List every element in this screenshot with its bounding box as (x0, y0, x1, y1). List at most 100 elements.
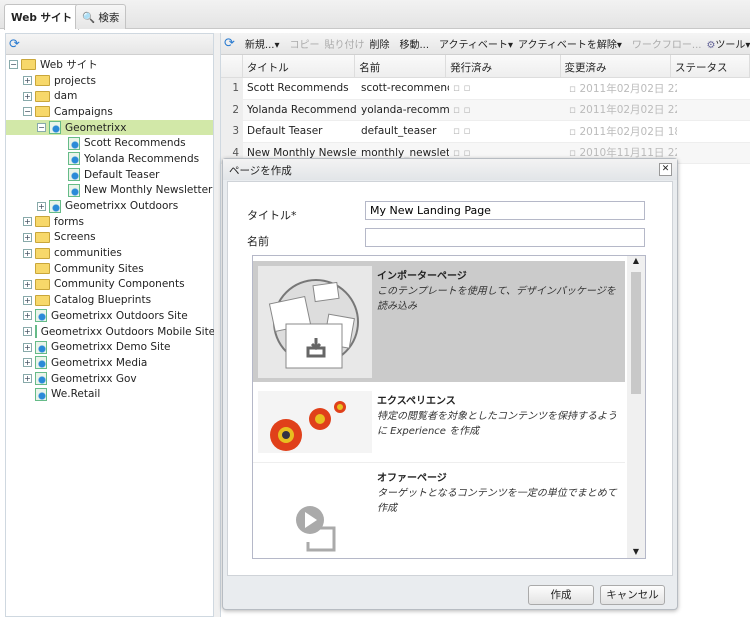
importer-thumbnail (258, 266, 372, 378)
expand-icon[interactable]: + (23, 248, 32, 258)
tab-search[interactable]: 🔍 検索 (75, 4, 127, 29)
name-input[interactable] (365, 228, 645, 247)
page-icon (68, 168, 80, 182)
tab-websites[interactable]: Web サイト (4, 4, 80, 30)
col-modified[interactable]: 変更済み (561, 55, 672, 77)
table-row[interactable]: 1 Scott Recommends scott-recommends ▫ ▫ ▫ 20… (221, 78, 750, 100)
expand-icon[interactable]: + (37, 201, 46, 211)
col-title[interactable]: タイトル (243, 55, 356, 77)
cell-title: New Monthly Newsletter (247, 146, 357, 159)
tree-node-label: Yolanda Recommends (84, 152, 200, 165)
table-row[interactable]: 2 Yolanda Recommends yolanda-recomme... ▫ ▫… (221, 99, 750, 121)
tree-node[interactable]: + Catalog Blueprints (6, 292, 213, 308)
row-number: 3 (221, 121, 243, 142)
col-status[interactable]: ステータス (671, 55, 750, 77)
tree-node[interactable]: Yolanda Recommends (6, 151, 213, 167)
template-item-experience[interactable]: エクスペリエンス 特定の閲覧者を対象としたコンテンツを保持するように Experi… (253, 386, 625, 456)
tree-node[interactable]: + Geometrixx Outdoors Site (6, 308, 213, 324)
refresh-icon[interactable]: ⟳ (9, 37, 20, 52)
cell-name: monthly_newsletter (361, 146, 449, 159)
tree-node-label: Scott Recommends (84, 137, 186, 150)
deactivate-button[interactable]: アクティベートを解除▾ (518, 36, 622, 51)
tree-node-label: Geometrixx (65, 121, 127, 134)
tree-node-label: communities (54, 247, 122, 260)
expand-icon[interactable]: + (23, 358, 32, 368)
page-icon (35, 387, 47, 401)
tree-node[interactable]: + Geometrixx Outdoors (6, 198, 213, 214)
cell-title: Scott Recommends (247, 82, 349, 95)
new-button[interactable]: 新規...▾ (245, 36, 280, 51)
tab-bar: Web サイト 🔍 検索 (0, 0, 750, 30)
delete-button[interactable]: 削除 (369, 36, 389, 51)
page-icon (35, 372, 47, 386)
expand-icon[interactable]: + (23, 327, 32, 337)
create-page-dialog: ページを作成 ✕ タイトル* 名前 インポーターページこのテンプレートを使用して… (222, 158, 678, 610)
tree-node[interactable]: + Geometrixx Media (6, 355, 213, 371)
tree-node[interactable]: Community Sites (6, 261, 213, 277)
folder-icon (35, 90, 50, 102)
tree-node-label: projects (54, 74, 96, 87)
expand-icon[interactable]: + (23, 217, 32, 227)
expand-icon[interactable]: + (23, 374, 32, 384)
folder-icon (35, 263, 50, 275)
offer-thumbnail (258, 468, 372, 558)
tree-node[interactable]: − Campaigns (6, 104, 213, 120)
tree-node[interactable]: + dam (6, 88, 213, 104)
paste-button[interactable]: 貼り付け (324, 36, 364, 51)
expand-icon[interactable]: + (23, 76, 32, 86)
expand-icon[interactable]: + (23, 232, 32, 242)
table-row[interactable]: 3 Default Teaser default_teaser ▫ ▫ ▫ 2011年0… (221, 121, 750, 143)
tree-node[interactable]: + Screens (6, 230, 213, 246)
workflow-button[interactable]: ワークフロー... (632, 36, 702, 51)
page-icon (49, 121, 61, 135)
tree-node[interactable]: Default Teaser (6, 167, 213, 183)
col-published[interactable]: 発行済み (446, 55, 561, 77)
template-item-offer[interactable]: オファーページ ターゲットとなるコンテンツを一定の単位でまとめて作成 (253, 462, 625, 558)
activate-button[interactable]: アクティベート▾ (439, 36, 513, 51)
dialog-title: ページを作成 (223, 159, 677, 180)
tree-node[interactable]: + Community Components (6, 277, 213, 293)
tree-node[interactable]: + Geometrixx Gov (6, 371, 213, 387)
collapse-icon[interactable]: − (37, 123, 46, 133)
template-scrollbar[interactable]: ▲ ▼ (627, 256, 645, 558)
expand-icon[interactable]: + (23, 295, 32, 305)
scroll-up-icon: ▲ (632, 256, 640, 265)
expand-icon[interactable]: + (23, 342, 32, 352)
expand-icon[interactable]: + (23, 279, 32, 289)
collapse-icon[interactable]: − (9, 60, 18, 70)
collapse-icon[interactable]: − (23, 107, 32, 117)
tree-node-label: Community Sites (54, 262, 144, 275)
tree-node-label: Campaigns (54, 105, 113, 118)
create-button[interactable]: 作成 (528, 585, 594, 605)
tree-node[interactable]: + projects (6, 73, 213, 89)
expand-icon[interactable]: + (23, 91, 32, 101)
tree-node[interactable]: − Geometrixx (6, 119, 213, 136)
refresh-icon[interactable]: ⟳ (224, 36, 235, 51)
expand-icon[interactable]: + (23, 311, 32, 321)
tree-node[interactable]: + Geometrixx Outdoors Mobile Site (6, 324, 215, 340)
title-input[interactable] (365, 201, 645, 220)
move-button[interactable]: 移動... (399, 36, 429, 51)
cell-name: default_teaser (361, 125, 437, 138)
tree-node-label: Web サイト (40, 59, 98, 72)
page-icon (68, 183, 80, 197)
site-tree-panel: ⟳ − Web サイト + projects + dam − Campaigns − Geomet… (5, 33, 215, 617)
tree-node[interactable]: + Geometrixx Demo Site (6, 339, 213, 355)
cancel-button[interactable]: キャンセル (600, 585, 665, 605)
tree-node[interactable]: We.Retail (6, 386, 213, 402)
tree-node[interactable]: − Web サイト (6, 57, 213, 73)
template-item-importer[interactable]: インポーターページ このテンプレートを使用して、デザインパッケージを読み込み (253, 261, 625, 382)
cell-published: ▫ ▫ (453, 82, 471, 95)
tree-node[interactable]: + forms (6, 214, 213, 230)
row-number: 2 (221, 99, 243, 120)
col-name[interactable]: 名前 (355, 55, 447, 77)
tree-node[interactable]: Scott Recommends (6, 135, 213, 151)
name-label: 名前 (247, 235, 269, 248)
tree-node[interactable]: + communities (6, 245, 213, 261)
tree-node[interactable]: New Monthly Newsletter (6, 183, 213, 199)
page-icon (34, 325, 37, 339)
close-icon[interactable]: ✕ (659, 163, 672, 176)
tools-button[interactable]: ⚙ツール▾ (706, 36, 750, 51)
copy-button[interactable]: コピー (289, 36, 319, 51)
